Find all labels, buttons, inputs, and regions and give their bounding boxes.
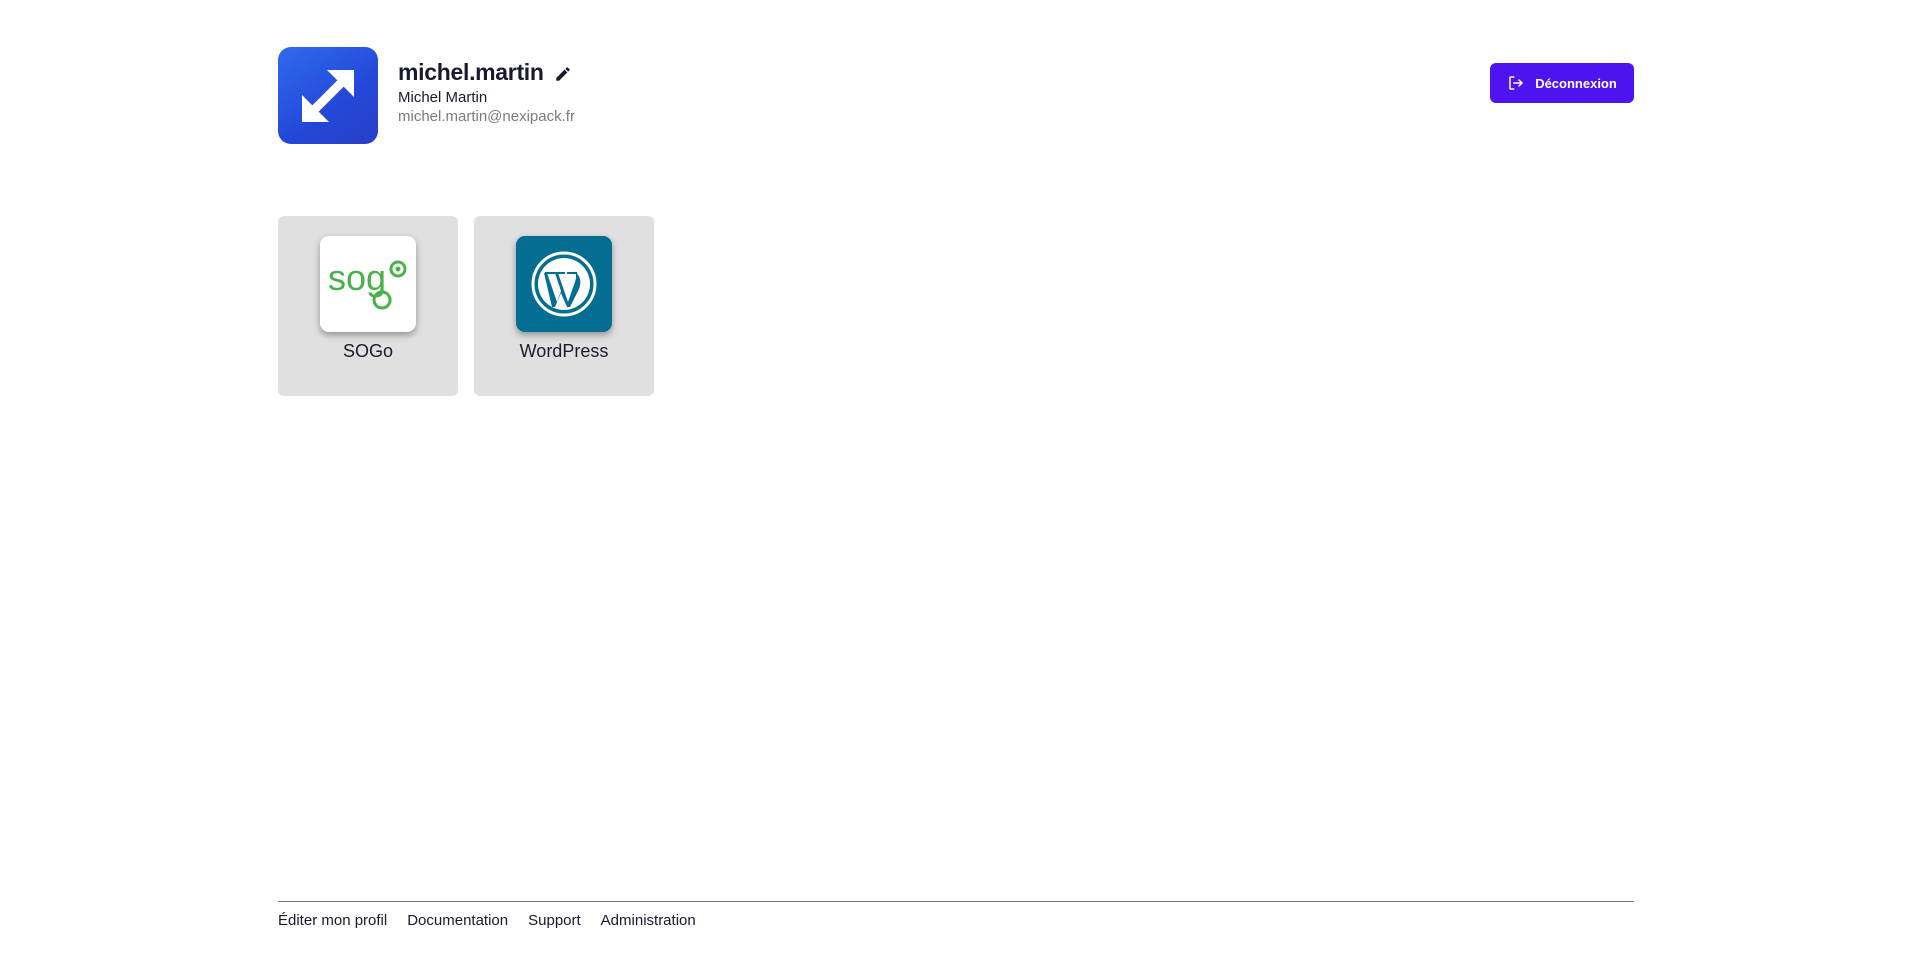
footer-link-administration[interactable]: Administration [601,912,696,929]
app-tile-wordpress[interactable]: WordPress [474,216,654,396]
app-grid: sog SOGo WordPress [278,216,654,396]
avatar [278,47,378,144]
logout-label: Déconnexion [1535,75,1617,91]
wordpress-logo-svg [531,251,597,317]
user-email: michel.martin@nexipack.fr [398,108,575,125]
portal-page: michel.martin Michel Martin michel.marti… [0,0,1915,973]
sogo-logo-icon: sog [320,236,416,332]
sogo-logo-svg: sog [328,257,407,310]
footer-link-documentation[interactable]: Documentation [407,912,508,929]
username: michel.martin [398,58,544,85]
header: michel.martin Michel Martin michel.marti… [278,47,1634,145]
app-label-wordpress: WordPress [519,341,609,361]
user-fullname: Michel Martin [398,89,488,106]
wordpress-logo-icon [516,236,612,332]
username-row: michel.martin [398,57,575,87]
footer-link-edit-profile[interactable]: Éditer mon profil [278,912,387,929]
logout-icon [1509,76,1523,90]
footer: Éditer mon profil Documentation Support … [278,901,1634,929]
footer-link-support[interactable]: Support [528,912,581,929]
pencil-icon[interactable] [554,65,572,83]
expand-arrows-icon [302,69,354,122]
app-label-sogo: SOGo [342,341,394,361]
user-info: michel.martin Michel Martin michel.marti… [398,57,575,127]
logout-button[interactable]: Déconnexion [1490,63,1634,103]
app-tile-sogo[interactable]: sog SOGo [278,216,458,396]
